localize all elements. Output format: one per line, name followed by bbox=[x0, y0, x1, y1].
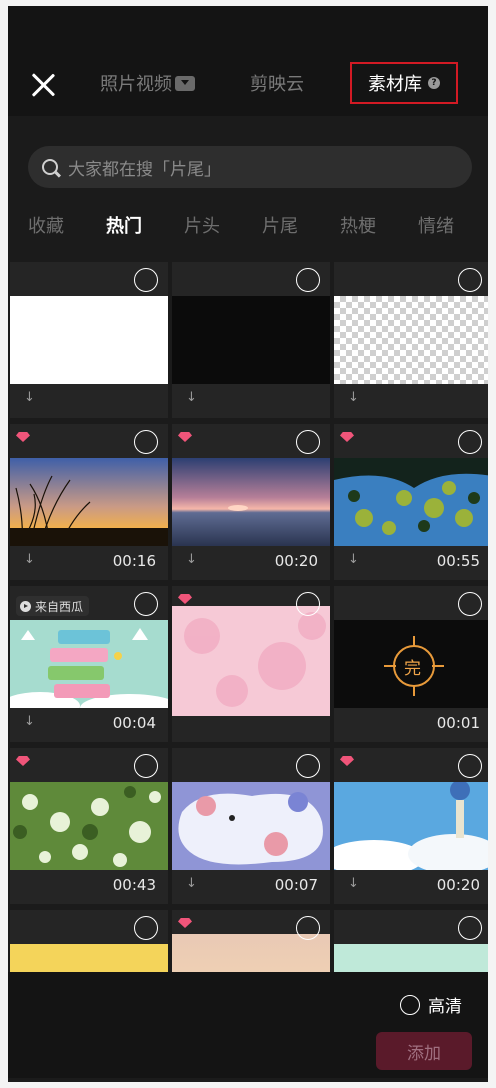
select-circle-icon[interactable] bbox=[296, 592, 320, 616]
tab-cloud-label: 剪映云 bbox=[250, 74, 304, 95]
tab-material-library-label: 素材库 bbox=[368, 74, 422, 95]
tab-popular[interactable]: 热门 bbox=[106, 212, 142, 238]
download-icon[interactable]: ↓ bbox=[24, 714, 35, 729]
duration-label: 00:04 bbox=[112, 714, 156, 732]
duration-label: 00:07 bbox=[274, 876, 318, 894]
duration-label: 00:43 bbox=[112, 876, 156, 894]
select-circle-icon[interactable] bbox=[134, 592, 158, 616]
material-item[interactable]: ↓ bbox=[172, 262, 330, 418]
select-circle-icon[interactable] bbox=[296, 916, 320, 940]
thumbnail-black bbox=[172, 296, 330, 384]
download-icon[interactable]: ↓ bbox=[186, 552, 197, 567]
material-item[interactable] bbox=[10, 910, 168, 976]
tab-ending[interactable]: 片尾 bbox=[262, 212, 298, 238]
radio-circle-icon[interactable] bbox=[400, 994, 420, 1015]
tab-favorites[interactable]: 收藏 bbox=[28, 212, 64, 238]
thumbnail-white-blossoms bbox=[10, 782, 168, 870]
download-icon[interactable]: ↓ bbox=[186, 876, 197, 891]
download-icon[interactable]: ↓ bbox=[186, 390, 197, 405]
search-icon bbox=[42, 159, 58, 175]
material-item[interactable] bbox=[172, 910, 330, 976]
end-symbol-text: 完 bbox=[404, 659, 421, 679]
add-button[interactable]: 添加 bbox=[376, 1032, 472, 1070]
material-item[interactable]: ↓ 00:16 bbox=[10, 424, 168, 580]
select-circle-icon[interactable] bbox=[458, 916, 482, 940]
thumbnail-tree-sky bbox=[334, 458, 488, 546]
vip-diamond-icon bbox=[178, 594, 192, 604]
dropdown-icon bbox=[175, 75, 195, 91]
material-item[interactable]: ↓ bbox=[334, 262, 488, 418]
search-input[interactable]: 大家都在搜「片尾」 bbox=[28, 146, 472, 188]
material-item[interactable]: ↓ 00:55 bbox=[334, 424, 488, 580]
material-item[interactable]: ↓ 00:07 bbox=[172, 748, 330, 904]
vip-diamond-icon bbox=[178, 432, 192, 442]
close-icon[interactable] bbox=[30, 72, 56, 98]
thumbnail-social-buttons bbox=[10, 620, 168, 722]
material-grid: ↓ ↓ ↓ ↓ 00:16 ↓ 00:20 ↓ 00:55 来自西瓜 ↓ 00:… bbox=[8, 262, 488, 976]
download-icon[interactable]: ↓ bbox=[24, 552, 35, 567]
material-item[interactable]: ↓ bbox=[10, 262, 168, 418]
tab-photos-videos-label: 照片视频 bbox=[100, 74, 172, 95]
select-circle-icon[interactable] bbox=[134, 754, 158, 778]
tab-memes[interactable]: 热梗 bbox=[340, 212, 376, 238]
library-panel: 大家都在搜「片尾」 收藏 热门 片头 片尾 热梗 情绪 ↓ ↓ ↓ ↓ 00:1… bbox=[8, 116, 488, 1082]
download-icon[interactable]: ↓ bbox=[24, 390, 35, 405]
download-icon[interactable]: ↓ bbox=[348, 552, 359, 567]
tab-photos-videos[interactable]: 照片视频 bbox=[100, 68, 195, 98]
source-label: 来自西瓜 bbox=[35, 599, 84, 614]
search-placeholder: 大家都在搜「片尾」 bbox=[68, 159, 221, 180]
help-icon[interactable]: ? bbox=[428, 77, 440, 89]
material-item[interactable]: 00:43 bbox=[10, 748, 168, 904]
duration-label: 00:55 bbox=[436, 552, 480, 570]
play-icon bbox=[20, 600, 31, 612]
thumbnail-end-symbol: 完 bbox=[334, 620, 488, 708]
material-item[interactable]: 来自西瓜 ↓ 00:04 bbox=[10, 586, 168, 742]
hd-label: 高清 bbox=[428, 997, 462, 1017]
select-circle-icon[interactable] bbox=[458, 430, 482, 454]
category-tabs: 收藏 热门 片头 片尾 热梗 情绪 bbox=[8, 212, 488, 248]
select-circle-icon[interactable] bbox=[134, 430, 158, 454]
top-bar: 照片视频 剪映云 素材库 ? bbox=[8, 6, 488, 116]
select-circle-icon[interactable] bbox=[458, 592, 482, 616]
xigua-source-badge: 来自西瓜 bbox=[16, 596, 90, 616]
material-item[interactable]: 完 00:01 bbox=[334, 586, 488, 742]
tab-emotions[interactable]: 情绪 bbox=[418, 212, 454, 238]
download-icon[interactable]: ↓ bbox=[348, 876, 359, 891]
vip-diamond-icon bbox=[16, 756, 30, 766]
thumbnail-wind-chime bbox=[334, 780, 488, 876]
vip-diamond-icon bbox=[340, 756, 354, 766]
screen: 照片视频 剪映云 素材库 ? 大家都在搜「片尾」 收藏 热门 片头 片尾 热梗 … bbox=[8, 6, 488, 1082]
select-circle-icon[interactable] bbox=[296, 754, 320, 778]
select-circle-icon[interactable] bbox=[458, 754, 482, 778]
select-circle-icon[interactable] bbox=[134, 916, 158, 940]
duration-label: 00:16 bbox=[112, 552, 156, 570]
select-circle-icon[interactable] bbox=[458, 268, 482, 292]
vip-diamond-icon bbox=[340, 432, 354, 442]
select-circle-icon[interactable] bbox=[134, 268, 158, 292]
duration-label: 00:20 bbox=[274, 552, 318, 570]
thumbnail-transparent bbox=[334, 296, 488, 384]
thumbnail-peach-sky bbox=[172, 934, 330, 976]
tab-material-library[interactable]: 素材库 ? bbox=[350, 62, 458, 104]
vip-diamond-icon bbox=[16, 432, 30, 442]
material-item[interactable] bbox=[172, 586, 330, 742]
select-circle-icon[interactable] bbox=[296, 268, 320, 292]
duration-label: 00:01 bbox=[436, 714, 480, 732]
duration-label: 00:20 bbox=[436, 876, 480, 894]
download-icon[interactable]: ↓ bbox=[348, 390, 359, 405]
material-item[interactable]: ↓ 00:20 bbox=[334, 748, 488, 904]
material-item[interactable]: ↓ 00:20 bbox=[172, 424, 330, 580]
thumbnail-cartoon-planets bbox=[172, 782, 330, 870]
material-item[interactable] bbox=[334, 910, 488, 976]
bottom-bar: 高清 添加 bbox=[8, 972, 488, 1078]
select-circle-icon[interactable] bbox=[296, 430, 320, 454]
thumbnail-pink-watercolor bbox=[172, 606, 330, 716]
vip-diamond-icon bbox=[178, 918, 192, 928]
tab-cloud[interactable]: 剪映云 bbox=[250, 68, 304, 98]
thumbnail-white bbox=[10, 296, 168, 384]
thumbnail-reeds-sunset bbox=[10, 458, 168, 547]
hd-toggle[interactable]: 高清 bbox=[400, 992, 462, 1017]
tab-opening[interactable]: 片头 bbox=[184, 212, 220, 238]
thumbnail-sea-sunset bbox=[172, 458, 330, 546]
